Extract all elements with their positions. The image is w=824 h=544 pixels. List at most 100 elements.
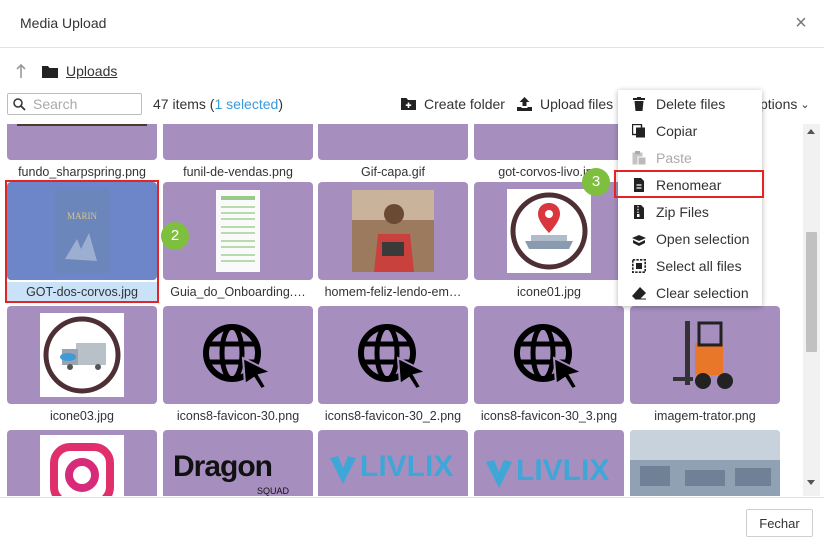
search-icon [13,97,26,111]
file-name: imagem-trator.png [654,409,756,423]
instagram-icon [40,435,124,496]
globe-cursor-icon [514,324,585,390]
file-thumbnail [7,124,157,160]
menu-item-copiar[interactable]: Copiar [618,117,762,144]
file-thumbnail: MARIN [7,182,157,280]
file-thumbnail [474,124,624,160]
menu-item-open-selection[interactable]: Open selection [618,225,762,252]
media-upload-dialog: Media Upload × Uploads 47 items (1 selec… [0,0,824,544]
file-thumbnail [630,306,780,404]
photo-man-reading-image [352,190,434,272]
upload-files-button[interactable]: Upload files [517,96,613,112]
globe-cursor-icon [203,324,274,390]
menu-item-label: Paste [656,149,692,166]
trash-icon [633,96,645,111]
select-all-icon [632,258,646,273]
menu-highlight-box [614,170,764,198]
livlix-logo-text: LIVLIX [516,454,610,487]
search-input[interactable] [33,96,138,112]
document-image [216,190,260,272]
close-button[interactable]: Fechar [746,509,813,537]
file-name: icone03.jpg [50,409,114,423]
file-thumbnail [474,306,624,404]
livlix-leaf-icon [330,456,356,484]
breadcrumb-uploads-link[interactable]: Uploads [66,63,117,79]
file-name: Guia_do_Onboarding.… [170,285,306,299]
upload-files-label: Upload files [540,96,614,112]
dialog-header: Media Upload × [0,0,824,48]
file-name: icons8-favicon-30_2.png [324,409,462,423]
file-thumbnail [7,430,157,496]
open-selection-icon [632,234,646,246]
dialog-title: Media Upload [20,15,107,31]
zip-icon [634,204,644,219]
file-thumbnail [474,182,624,280]
forklift-image [673,321,733,389]
file-thumbnail [7,306,157,404]
menu-item-delete-files[interactable]: Delete files [618,90,762,117]
file-name: fundo_sharpspring.png [18,165,146,179]
new-folder-icon [401,98,416,110]
file-thumbnail [163,124,313,160]
office-photo-image [630,430,780,496]
paste-icon [632,150,646,165]
file-name: GOT-dos-corvos.jpg [7,282,157,302]
file-name: homem-feliz-lendo-em… [324,285,462,299]
location-ship-icon [507,189,591,273]
menu-item-label: Zip Files [656,203,709,220]
items-count: 47 items (1 selected) [153,96,283,112]
chevron-down-icon: ⌄ [800,98,810,111]
menu-item-label: Delete files [656,95,726,112]
selected-close: ) [278,96,283,112]
up-arrow-icon[interactable] [14,63,28,79]
items-count-text: 47 items [153,96,206,112]
file-thumbnail: Dragon SQUAD [163,430,313,496]
options-button[interactable]: ptions ⌄ [760,96,810,112]
menu-item-label: Select all files [656,257,742,274]
book-cover-image: MARIN [55,189,109,273]
step-badge-2: 2 [161,222,189,250]
squad-logo-text: SQUAD [257,486,290,496]
file-thumbnail [318,306,468,404]
grid-scrollbar[interactable] [803,124,820,496]
breadcrumb: Uploads [14,62,117,80]
search-box[interactable] [7,93,142,115]
file-name: funil-de-vendas.png [183,165,293,179]
menu-item-label: Open selection [656,230,750,247]
file-thumbnail [630,430,780,496]
options-label: ptions [760,96,798,112]
file-name: icons8-favicon-30_3.png [480,409,618,423]
folder-icon [42,65,58,78]
file-thumbnail: LIVLIX [318,430,468,496]
globe-cursor-icon [358,324,429,390]
menu-item-clear-selection[interactable]: Clear selection [618,279,762,306]
file-name: icons8-favicon-30.png [176,409,300,423]
file-thumbnail [318,182,468,280]
menu-item-select-all-files[interactable]: Select all files [618,252,762,279]
file-thumbnail [318,124,468,160]
eraser-icon [632,286,646,299]
livlix-logo-text: LIVLIX [360,450,454,483]
selected-count-link[interactable]: 1 selected [214,96,278,112]
close-icon[interactable]: × [790,12,812,34]
step-badge-3: 3 [582,168,610,196]
menu-item-label: Copiar [656,122,698,139]
create-folder-label: Create folder [424,96,505,112]
menu-item-paste[interactable]: Paste [618,144,762,171]
copy-icon [632,123,645,137]
thumbnail-image [17,124,147,126]
create-folder-button[interactable]: Create folder [401,96,505,112]
book-title-text: MARIN [67,211,98,221]
menu-item-zip-files[interactable]: Zip Files [618,198,762,225]
truck-icon [40,313,124,397]
context-menu: Delete files Copiar Paste Renomear Zip F… [618,90,762,306]
dialog-footer: Fechar [0,497,824,544]
file-name: Gif-capa.gif [361,165,425,179]
file-thumbnail [163,306,313,404]
scrollbar-thumb[interactable] [806,232,817,352]
scroll-up-icon[interactable] [807,129,815,134]
dragon-logo-text: Dragon [173,450,273,483]
menu-item-label: Clear selection [656,284,749,301]
scroll-down-icon[interactable] [807,480,815,485]
file-name: icone01.jpg [517,285,581,299]
